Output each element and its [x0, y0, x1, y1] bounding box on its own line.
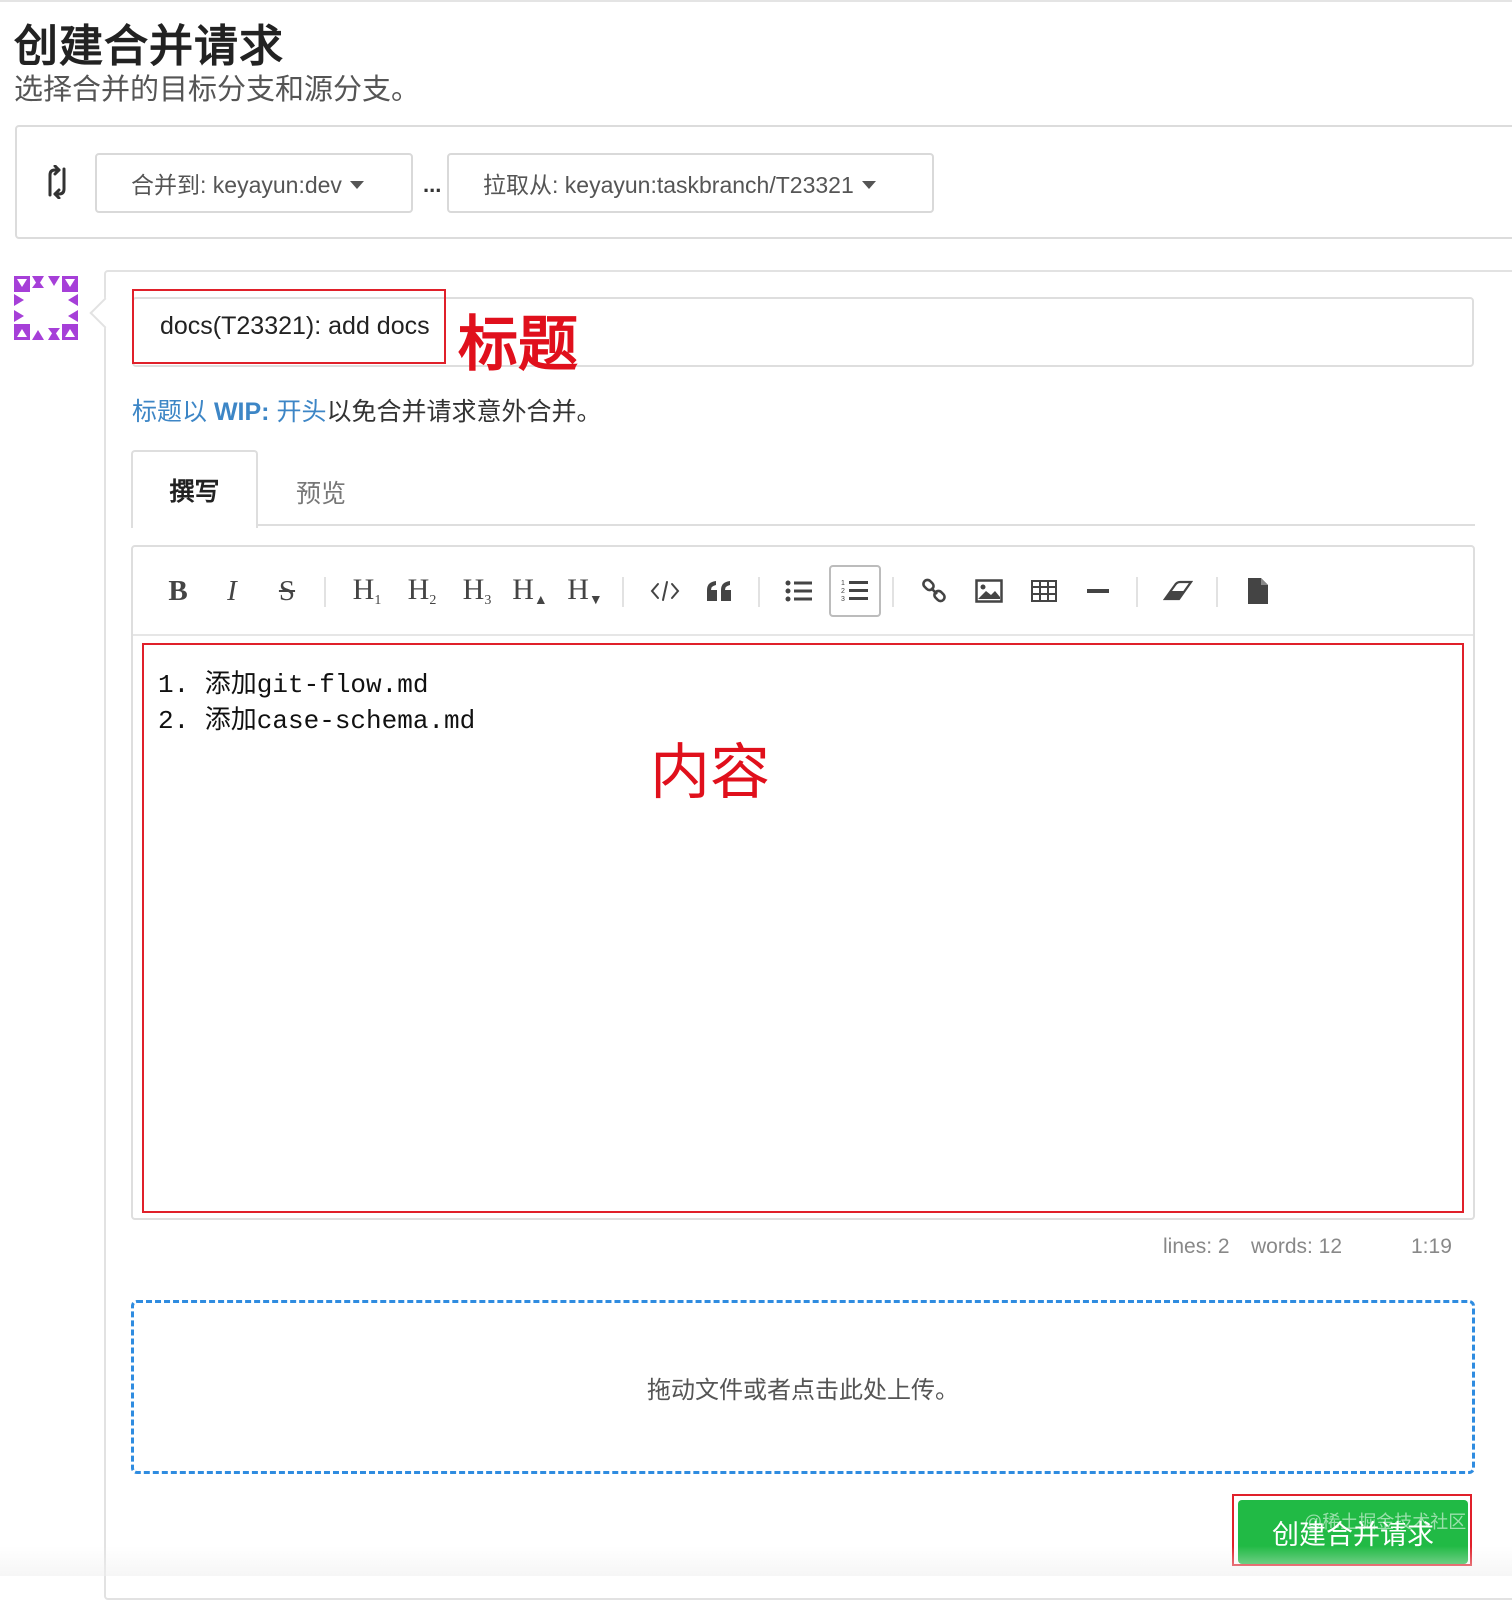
ordered-list-button[interactable]: 123 [829, 565, 881, 617]
wip-hint-prefix[interactable]: 标题以 [132, 398, 214, 426]
code-button[interactable] [640, 566, 690, 616]
toolbar-separator [892, 577, 894, 607]
title-input-value[interactable]: docs(T23321): add docs [132, 289, 446, 364]
user-avatar [14, 276, 78, 340]
content-annotation: 内容 [650, 739, 770, 806]
toolbar-separator [324, 577, 326, 607]
page-subtitle: 选择合并的目标分支和源分支。 [14, 74, 421, 106]
target-branch-label: 合并到: keyayun:dev [131, 172, 342, 198]
heading-1-icon: H1 [352, 573, 382, 608]
chevron-down-icon [349, 180, 364, 189]
page-title: 创建合并请求 [14, 22, 284, 71]
ordered-list-icon: 123 [841, 580, 868, 603]
unordered-list-button[interactable] [774, 566, 824, 616]
title-annotation: 标题 [458, 311, 578, 378]
tab-preview[interactable]: 预览 [296, 474, 346, 510]
table-icon [1031, 580, 1057, 602]
source-branch-dropdown[interactable]: 拉取从: keyayun:taskbranch/T23321 [447, 153, 934, 213]
unordered-list-icon [785, 580, 812, 602]
eraser-icon [1163, 580, 1193, 601]
toolbar-separator [1216, 577, 1218, 607]
code-icon [650, 581, 680, 601]
heading-2-button[interactable]: H2 [397, 566, 447, 616]
table-button[interactable] [1019, 566, 1069, 616]
source-branch-label: 拉取从: keyayun:taskbranch/T23321 [483, 172, 854, 198]
toolbar-separator [1136, 577, 1138, 607]
strikethrough-icon: S [278, 574, 296, 607]
branch-separator: ... [423, 172, 442, 197]
top-border [0, 0, 1512, 2]
status-lines: lines: 2 [1163, 1235, 1230, 1258]
strikethrough-button[interactable]: S [262, 566, 312, 616]
editor-line-1: 1. 添加git-flow.md [158, 670, 429, 700]
status-words: words: 12 [1251, 1235, 1343, 1258]
heading-smaller-button[interactable]: H▼ [560, 566, 610, 616]
wip-hint-keyword[interactable]: WIP: [214, 398, 270, 426]
wip-hint: 标题以 WIP: 开头以免合并请求意外合并。 [132, 392, 601, 428]
watermark: @稀土掘金技术社区 [1304, 1512, 1467, 1532]
quote-button[interactable] [695, 566, 745, 616]
heading-smaller-icon: H▼ [567, 573, 603, 608]
wip-hint-link-end[interactable]: 开头 [270, 398, 326, 426]
image-button[interactable] [964, 566, 1014, 616]
tab-divider [131, 524, 1475, 526]
heading-1-button[interactable]: H1 [342, 566, 392, 616]
bold-icon: B [168, 574, 188, 607]
image-icon [975, 579, 1003, 603]
file-button[interactable] [1233, 566, 1283, 616]
heading-bigger-icon: H▲ [512, 573, 548, 608]
chevron-down-icon [861, 180, 876, 189]
heading-3-icon: H3 [462, 573, 492, 608]
svg-text:2: 2 [841, 588, 845, 595]
svg-text:3: 3 [841, 596, 845, 603]
heading-bigger-button[interactable]: H▲ [505, 566, 555, 616]
heading-3-button[interactable]: H3 [452, 566, 502, 616]
wip-hint-suffix: 以免合并请求意外合并。 [326, 398, 602, 426]
merge-arrows-icon [48, 165, 66, 199]
italic-icon: I [227, 574, 237, 607]
link-icon [922, 578, 946, 603]
heading-2-icon: H2 [407, 573, 437, 608]
file-upload-dropzone[interactable]: 拖动文件或者点击此处上传。 [131, 1300, 1475, 1474]
bold-button[interactable]: B [153, 566, 203, 616]
link-button[interactable] [909, 566, 959, 616]
toolbar-divider [133, 634, 1473, 636]
editor-line-2: 2. 添加case-schema.md [158, 706, 476, 736]
toolbar-separator [758, 577, 760, 607]
clear-format-button[interactable] [1153, 566, 1203, 616]
dropzone-text: 拖动文件或者点击此处上传。 [647, 1376, 959, 1404]
tab-write[interactable]: 撰写 [131, 450, 258, 528]
horizontal-rule-button[interactable] [1073, 566, 1123, 616]
file-icon [1248, 578, 1268, 604]
branch-selector-panel: 合并到: keyayun:dev ... 拉取从: keyayun:taskbr… [15, 125, 1512, 239]
status-cursor: 1:19 [1411, 1235, 1452, 1258]
horizontal-rule-icon [1087, 589, 1109, 593]
svg-text:1: 1 [841, 580, 845, 587]
quote-icon [707, 581, 731, 601]
italic-button[interactable]: I [207, 566, 257, 616]
toolbar-separator [622, 577, 624, 607]
target-branch-dropdown[interactable]: 合并到: keyayun:dev [95, 153, 413, 213]
